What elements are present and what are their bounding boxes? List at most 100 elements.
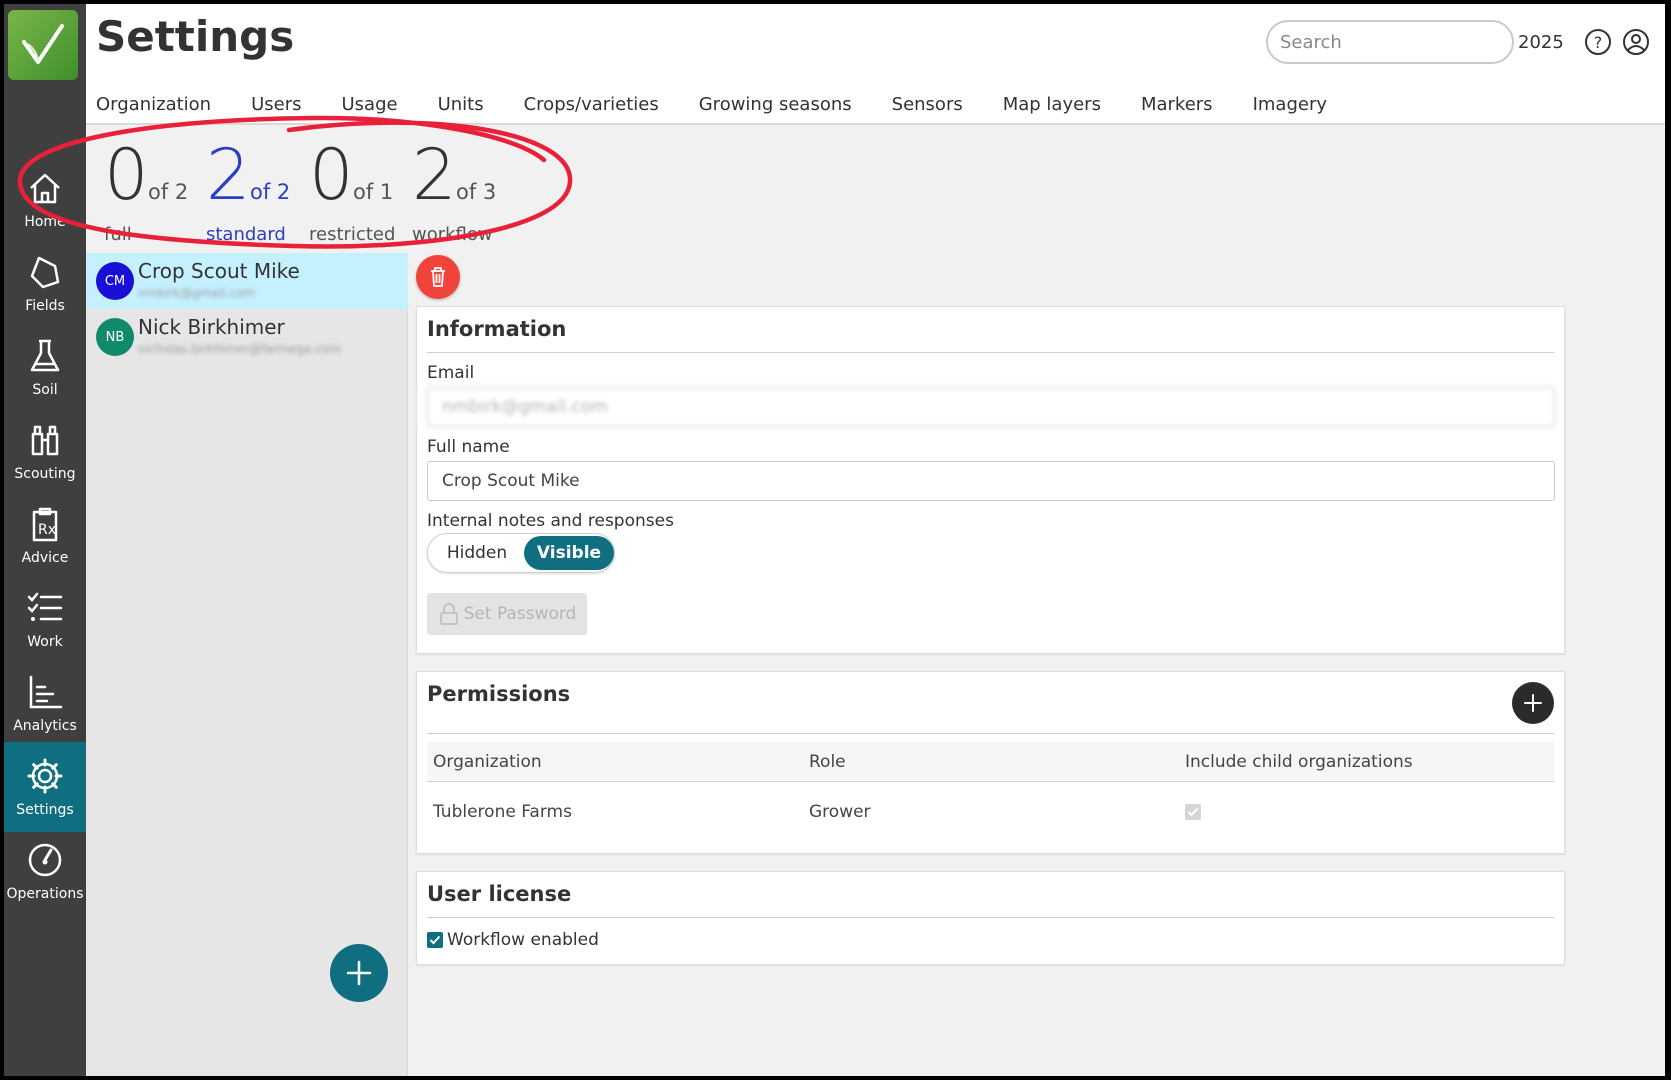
- tab-map-layers[interactable]: Map layers: [1003, 94, 1101, 115]
- search-box: [1266, 20, 1514, 64]
- sidebar-item-label: Operations: [6, 886, 84, 902]
- check-icon: [429, 935, 441, 945]
- license-total: of 2: [250, 180, 291, 204]
- tab-units[interactable]: Units: [438, 94, 484, 115]
- sidebar-item-label: Advice: [21, 550, 69, 566]
- binoculars-icon: [31, 425, 59, 456]
- column-header-include-children: Include child organizations: [1185, 752, 1413, 772]
- license-summary: 0 of 2 full 2 of 2 standard 0 of 1 restr…: [104, 136, 624, 246]
- user-email: nmbirk@gmail.com: [138, 286, 255, 300]
- home-icon: [30, 173, 60, 204]
- license-type: restricted: [309, 224, 396, 245]
- gear-icon: [27, 758, 63, 794]
- app-logo[interactable]: [8, 10, 78, 80]
- fullname-label: Full name: [427, 437, 510, 457]
- fields-icon: [30, 256, 60, 289]
- lock-icon: [439, 603, 458, 625]
- sidebar-item-label: Scouting: [14, 466, 76, 482]
- notes-visibility-toggle: Hidden Visible: [427, 533, 615, 573]
- plus-icon: [1524, 694, 1542, 712]
- sidebar-item-fields[interactable]: Fields: [4, 238, 86, 328]
- license-type: full: [104, 224, 132, 245]
- search-input[interactable]: [1268, 22, 1512, 62]
- sidebar-item-label: Work: [27, 634, 63, 650]
- license-total: of 1: [353, 180, 394, 204]
- user-license-card: User license Workflow enabled: [416, 871, 1565, 965]
- gauge-icon: [28, 843, 62, 877]
- sidebar-item-advice[interactable]: Rx Advice: [4, 490, 86, 580]
- app-window: Home Fields Soil Scouting Rx Advice Work…: [4, 4, 1665, 1076]
- workflow-enabled-checkbox[interactable]: [427, 932, 443, 948]
- user-list-item[interactable]: NB Nick Birkhimer nicholas.birkhimer@far…: [86, 309, 408, 365]
- sidebar-item-operations[interactable]: Operations: [4, 826, 86, 916]
- page-title: Settings: [96, 12, 295, 61]
- license-total: of 3: [456, 180, 497, 204]
- avatar: NB: [96, 318, 134, 356]
- sidebar-item-label: Home: [24, 214, 66, 230]
- set-password-label: Set Password: [463, 604, 577, 624]
- sidebar-item-work[interactable]: Work: [4, 574, 86, 664]
- divider: [427, 352, 1554, 353]
- sidebar-item-soil[interactable]: Soil: [4, 322, 86, 412]
- check-icon: [1187, 807, 1199, 817]
- tab-crops-varieties[interactable]: Crops/varieties: [524, 94, 659, 115]
- sidebar-item-analytics[interactable]: Analytics: [4, 658, 86, 748]
- sidebar-item-label: Analytics: [13, 718, 77, 734]
- tab-usage[interactable]: Usage: [341, 94, 397, 115]
- toggle-visible-option[interactable]: Visible: [524, 536, 614, 570]
- sidebar-item-label: Settings: [16, 802, 74, 818]
- email-label: Email: [427, 363, 475, 383]
- user-list-item[interactable]: CM Crop Scout Mike nmbirk@gmail.com: [86, 253, 408, 309]
- trash-icon: [431, 267, 445, 287]
- sidebar-item-label: Fields: [25, 298, 65, 314]
- user-name: Crop Scout Mike: [138, 259, 300, 283]
- settings-tabs: Organization Users Usage Units Crops/var…: [96, 94, 1367, 115]
- workflow-enabled-label: Workflow enabled: [447, 930, 599, 950]
- tab-sensors[interactable]: Sensors: [892, 94, 963, 115]
- sidebar-item-home[interactable]: Home: [4, 154, 86, 244]
- plus-icon: [346, 960, 372, 986]
- tab-markers[interactable]: Markers: [1141, 94, 1213, 115]
- user-email: nicholas.birkhimer@farmega.com: [138, 342, 341, 356]
- year-selector[interactable]: 2025: [1518, 32, 1564, 53]
- information-card: Information Email Full name Internal not…: [416, 306, 1565, 654]
- bar-chart-icon: [29, 675, 63, 709]
- flask-icon: [30, 339, 60, 372]
- license-type: standard: [206, 224, 286, 245]
- card-title: User license: [427, 882, 572, 906]
- help-icon[interactable]: ?: [1584, 28, 1612, 56]
- page-header: Settings 2025 ? Organization Users Usage…: [86, 4, 1665, 125]
- tab-imagery[interactable]: Imagery: [1253, 94, 1327, 115]
- add-user-button[interactable]: [330, 944, 388, 1002]
- card-title: Permissions: [427, 682, 571, 706]
- user-account-icon[interactable]: [1622, 28, 1650, 56]
- divider: [427, 733, 1554, 734]
- license-count: 0: [104, 134, 149, 216]
- fullname-field[interactable]: [427, 461, 1555, 501]
- tab-users[interactable]: Users: [251, 94, 301, 115]
- add-permission-button[interactable]: [1512, 682, 1554, 724]
- license-count: 2: [412, 134, 457, 216]
- license-total: of 2: [148, 180, 189, 204]
- checklist-icon: [27, 592, 63, 621]
- license-count: 2: [206, 134, 251, 216]
- sidebar-item-scouting[interactable]: Scouting: [4, 406, 86, 496]
- set-password-button[interactable]: Set Password: [427, 593, 587, 635]
- include-children-checkbox[interactable]: [1185, 804, 1201, 820]
- user-name: Nick Birkhimer: [138, 315, 285, 339]
- sidebar-item-label: Soil: [32, 382, 58, 398]
- sidebar-item-settings[interactable]: Settings: [4, 742, 86, 832]
- email-field[interactable]: [427, 387, 1555, 427]
- card-title: Information: [427, 317, 567, 341]
- permissions-table-header: Organization Role Include child organiza…: [427, 742, 1554, 782]
- tab-organization[interactable]: Organization: [96, 94, 211, 115]
- tab-growing-seasons[interactable]: Growing seasons: [699, 94, 852, 115]
- delete-user-button[interactable]: [416, 255, 460, 299]
- column-header-role: Role: [809, 752, 846, 772]
- sidebar: Home Fields Soil Scouting Rx Advice Work…: [4, 4, 86, 1076]
- toggle-hidden-option[interactable]: Hidden: [430, 536, 524, 570]
- column-header-organization: Organization: [433, 752, 542, 772]
- permissions-card: Permissions Organization Role Include ch…: [416, 671, 1565, 854]
- table-row[interactable]: Tublerone Farms Grower: [427, 784, 1554, 836]
- license-type: workflow: [412, 224, 493, 245]
